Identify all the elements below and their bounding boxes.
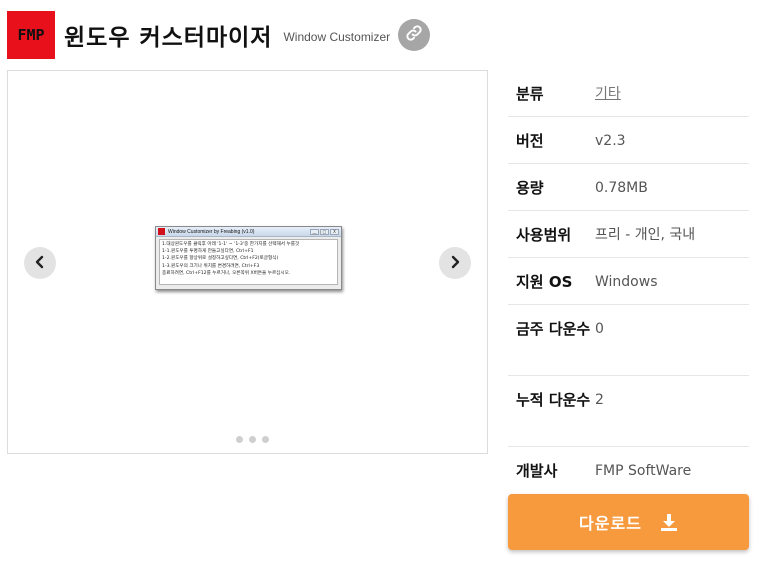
screenshot-window-titlebar: Window Customizer by Freabing (v1.0) __ … [156,227,341,237]
info-label: 용량 [516,179,544,197]
info-label: 버전 [516,132,544,150]
chevron-right-icon [448,254,462,273]
info-label: 누적 다운수 [516,391,591,409]
software-info-table: 분류 기타 버전 v2.3 용량 0.78MB 사용범위 프리 - 개인, 국내… [508,70,749,494]
chevron-left-icon [33,254,47,273]
link-icon [405,24,423,46]
category-link[interactable]: 기타 [595,82,621,116]
info-row-version: 버전 v2.3 [508,117,749,164]
window-app-icon [158,228,165,235]
info-value: FMP SoftWare [595,463,692,479]
info-label: 금주 다운수 [516,320,591,338]
info-value: 0.78MB [595,180,648,196]
gallery-dot[interactable] [262,436,269,443]
download-button[interactable]: 다운로드 [508,494,749,550]
gallery-next-button[interactable] [439,247,471,279]
gallery-dot[interactable] [249,436,256,443]
screenshot-image[interactable]: Window Customizer by Freabing (v1.0) __ … [155,226,342,290]
info-row-os: 지원 OS Windows [508,258,749,305]
info-row-weekly-downloads: 금주 다운수 0 [508,305,749,376]
download-icon [660,513,678,531]
info-row-category: 분류 기타 [508,70,749,117]
info-label: 지원 OS [516,273,573,291]
screenshot-text-line: 1.대상윈도우를 클릭후 아래 '1-1' ~ '1-3'중 한가지를 선택해서… [162,242,300,247]
download-label: 다운로드 [579,514,642,533]
info-label: 사용범위 [516,226,572,244]
app-header: FMP 윈도우 커스터마이저 Window Customizer [7,10,431,60]
info-value: v2.3 [595,133,626,149]
info-value: Windows [595,274,658,290]
info-label: 개발사 [516,462,558,480]
info-value: 2 [595,392,604,408]
gallery-dot[interactable] [236,436,243,443]
gallery-pagination [236,436,269,443]
share-link-button[interactable] [398,19,431,51]
info-value: 0 [595,321,604,337]
app-title: 윈도우 커스터마이저 [64,25,273,51]
screenshot-text-line: 1-3.윈도우의 크기나 위치를 변경하려면, Ctrl+F3 [162,263,260,269]
window-maximize-icon: □ [320,228,329,235]
info-row-size: 용량 0.78MB [508,164,749,211]
info-row-developer: 개발사 FMP SoftWare [508,447,749,494]
app-logo: FMP [7,11,55,59]
screenshot-window-body: 1.대상윈도우를 클릭후 아래 '1-1' ~ '1-3'중 한가지를 선택해서… [159,239,338,285]
logo-text: FMP [17,26,45,44]
info-value: 프리 - 개인, 국내 [595,227,696,243]
info-label: 분류 [516,85,544,103]
screenshot-text-line: 1-2.윈도우를 항상위로 설정하고싶다면, Ctrl+F2(토글형식) [162,256,279,262]
gallery-prev-button[interactable] [24,247,56,279]
window-minimize-icon: __ [310,228,319,235]
info-row-total-downloads: 누적 다운수 2 [508,376,749,447]
screenshot-window-title: Window Customizer by Freabing (v1.0) [168,228,255,235]
screenshot-gallery: Window Customizer by Freabing (v1.0) __ … [7,70,488,454]
screenshot-text-line: 종료하려면, Ctrl+F12를 누르거나, 오른쪽위 X버튼을 누르십시오. [162,270,291,276]
app-subtitle: Window Customizer [283,30,391,44]
screenshot-text-line: 1-1.윈도우를 투명하게 만들고싶다면, Ctrl+F1 [162,249,254,255]
info-row-license: 사용범위 프리 - 개인, 국내 [508,211,749,258]
window-close-icon: X [330,228,339,235]
